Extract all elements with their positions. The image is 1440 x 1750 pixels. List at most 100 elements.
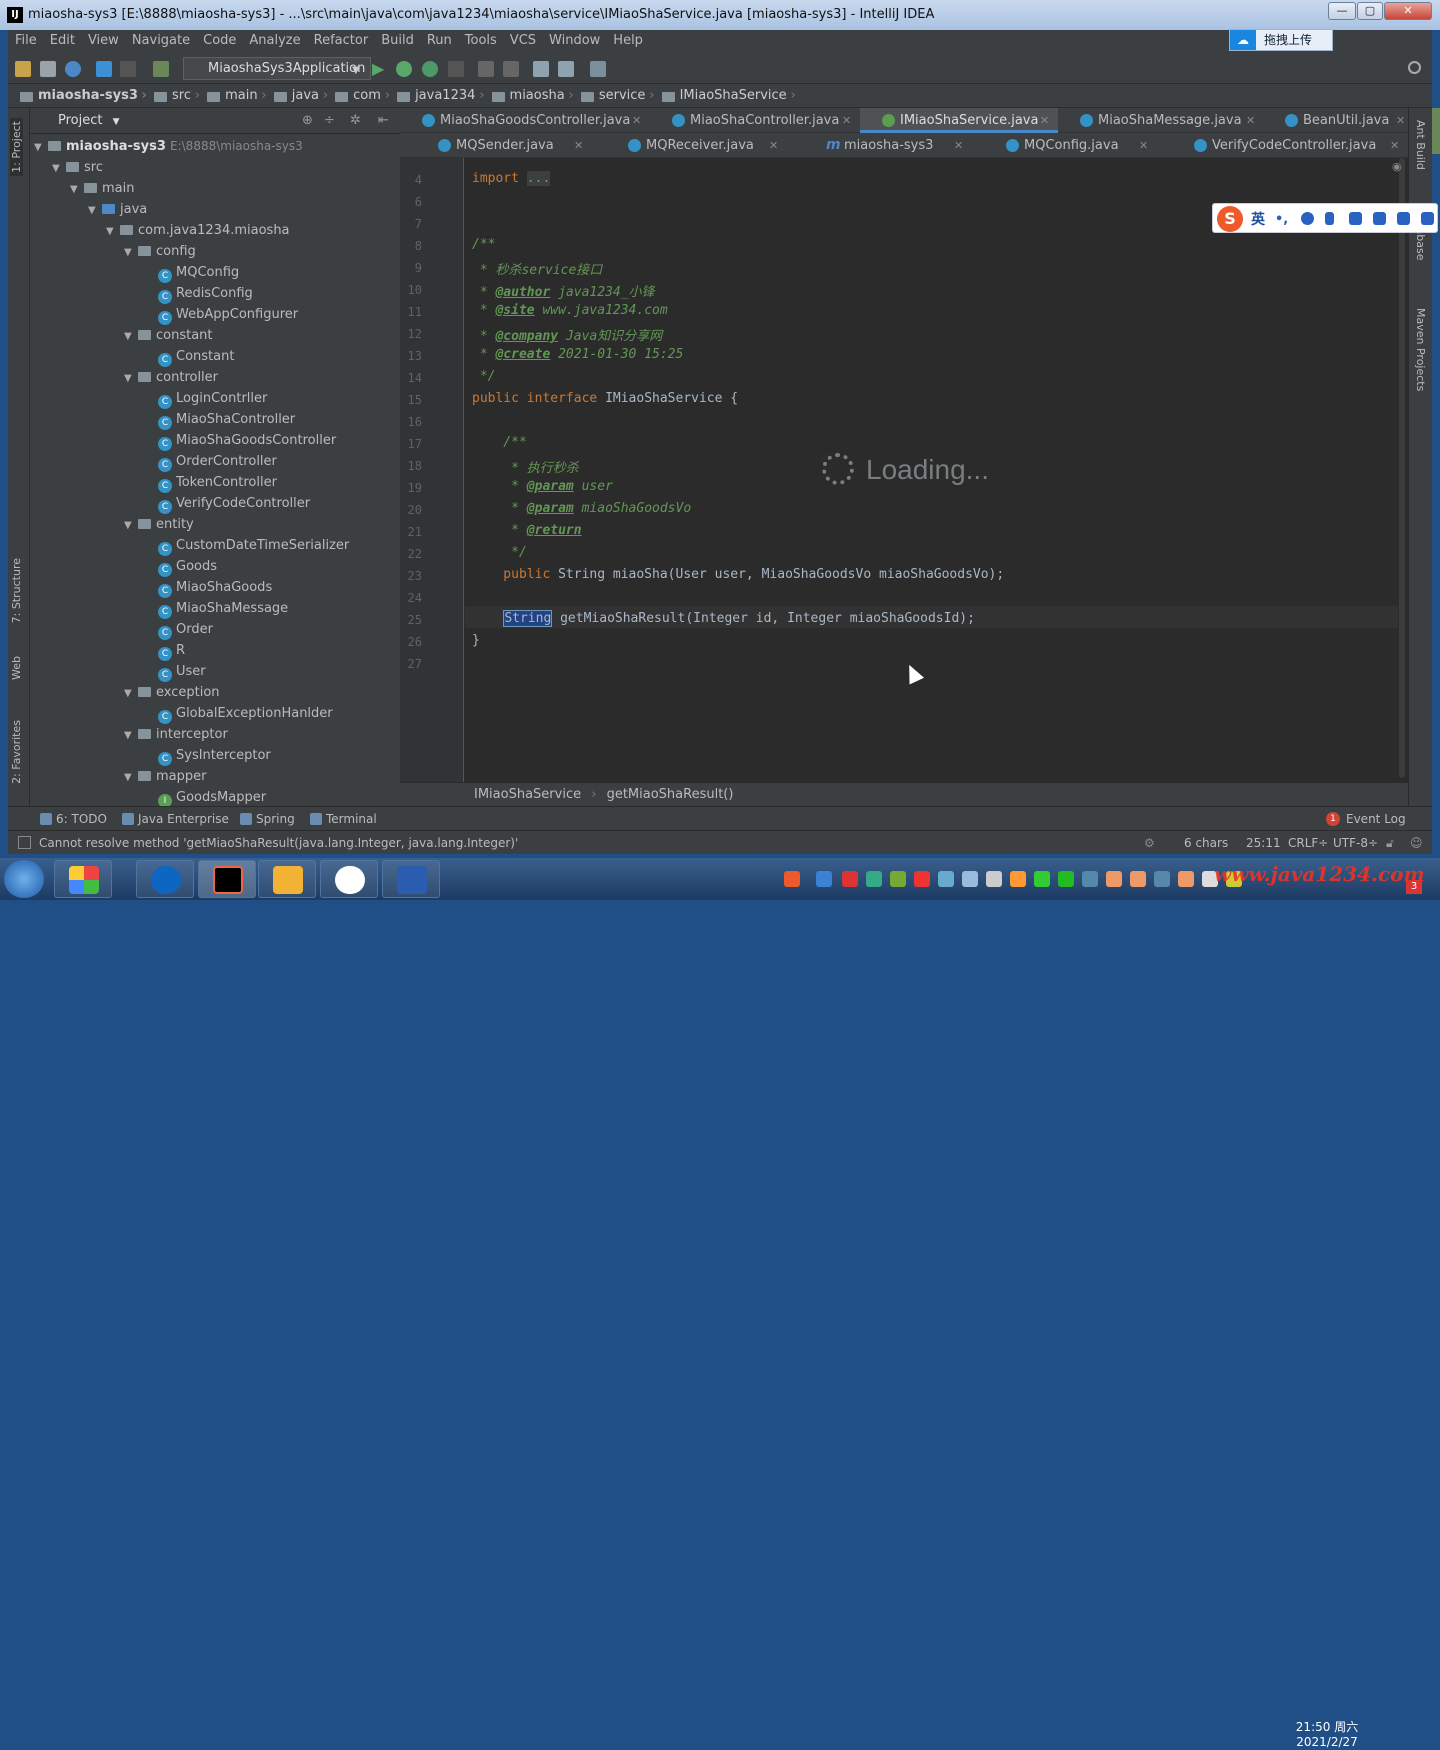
tree-node[interactable]: C MiaoShaGoodsController bbox=[158, 430, 336, 451]
tree-node[interactable]: ▼ controller bbox=[124, 367, 218, 388]
sogou-tray-icon[interactable] bbox=[784, 871, 800, 887]
menu-navigate[interactable]: Navigate bbox=[125, 30, 196, 52]
tree-node[interactable]: C TokenController bbox=[158, 472, 277, 493]
wechat-icon[interactable] bbox=[1034, 871, 1050, 887]
tree-node[interactable]: ▼ src bbox=[52, 157, 103, 178]
build-icon[interactable] bbox=[153, 61, 169, 77]
crumb-interface[interactable]: IMiaoShaService bbox=[474, 787, 581, 802]
tree-node[interactable]: CR bbox=[158, 640, 185, 661]
debug-icon[interactable] bbox=[396, 61, 412, 77]
tree-node[interactable]: ▼ interceptor bbox=[124, 724, 228, 745]
sdk-icon[interactable] bbox=[590, 61, 606, 77]
tree-node[interactable]: C RedisConfig bbox=[158, 283, 253, 304]
attach-icon[interactable] bbox=[478, 61, 494, 77]
breadcrumb-java1234[interactable]: java1234 bbox=[393, 84, 485, 108]
update-icon[interactable] bbox=[503, 61, 519, 77]
tree-node[interactable]: C VerifyCodeController bbox=[158, 493, 310, 514]
tool-tab-favorites[interactable]: 2: Favorites bbox=[10, 720, 23, 784]
menu-file[interactable]: File bbox=[8, 30, 43, 52]
breadcrumb-com[interactable]: com bbox=[331, 84, 390, 108]
tab-miaoshamessage[interactable]: MiaoShaMessage.java ✕ bbox=[1058, 108, 1263, 133]
menu-analyze[interactable]: Analyze bbox=[242, 30, 306, 52]
breadcrumb-interface[interactable]: IMiaoShaService bbox=[658, 84, 796, 108]
tray-icon[interactable] bbox=[816, 871, 832, 887]
qq-icon[interactable] bbox=[1106, 871, 1122, 887]
minimize-button[interactable]: — bbox=[1328, 2, 1356, 20]
user-icon[interactable] bbox=[1373, 212, 1386, 225]
lock-icon[interactable]: 🔓︎ bbox=[1386, 831, 1394, 855]
stop-icon[interactable] bbox=[448, 61, 464, 77]
tree-node[interactable]: ▼ com.java1234.miaosha bbox=[106, 220, 290, 241]
tray-icon[interactable] bbox=[914, 871, 930, 887]
hide-icon[interactable]: ⇤ bbox=[378, 108, 389, 134]
java-icon[interactable] bbox=[1154, 871, 1170, 887]
tray-icon[interactable] bbox=[1082, 871, 1098, 887]
taskbar-app[interactable] bbox=[382, 860, 440, 898]
menu-run[interactable]: Run bbox=[420, 30, 458, 52]
breadcrumb-service[interactable]: service bbox=[577, 84, 654, 108]
tool-tab-event-log[interactable]: Event Log bbox=[1346, 807, 1406, 831]
tree-node[interactable]: C GlobalExceptionHanlder bbox=[158, 703, 333, 724]
ime-language-label[interactable]: 英 bbox=[1251, 209, 1265, 229]
open-folder-icon[interactable] bbox=[15, 61, 31, 77]
skin-icon[interactable] bbox=[1397, 212, 1410, 225]
file-encoding[interactable]: UTF-8÷ bbox=[1333, 831, 1378, 855]
maximize-button[interactable]: ▢ bbox=[1357, 2, 1383, 20]
tray-icon[interactable] bbox=[890, 871, 906, 887]
breadcrumb-src[interactable]: src bbox=[150, 84, 200, 108]
taskbar-app[interactable] bbox=[54, 860, 112, 898]
keyboard-icon[interactable] bbox=[1349, 212, 1362, 225]
tab-mqconfig[interactable]: MQConfig.java ✕ bbox=[984, 133, 1154, 158]
caret-position[interactable]: 25:11 bbox=[1246, 831, 1281, 855]
tab-miaosha-sys3[interactable]: m miaosha-sys3 ✕ bbox=[804, 133, 964, 158]
search-icon[interactable] bbox=[1408, 61, 1421, 74]
tree-node[interactable]: ▼ config bbox=[124, 241, 196, 262]
ime-toolbar[interactable]: S 英 •, bbox=[1212, 203, 1438, 233]
back-icon[interactable] bbox=[96, 61, 112, 77]
start-button[interactable] bbox=[4, 860, 44, 898]
tree-node[interactable]: C OrderController bbox=[158, 451, 277, 472]
breadcrumb-project[interactable]: miaosha-sys3 bbox=[16, 84, 147, 108]
tool-tab-project[interactable]: 1: Project bbox=[10, 118, 23, 176]
chevron-down-icon[interactable]: ▼ bbox=[113, 117, 120, 127]
run-configuration-select[interactable]: MiaoshaSys3Application bbox=[183, 57, 371, 80]
tree-node[interactable]: C Order bbox=[158, 619, 213, 640]
tray-icon[interactable] bbox=[1058, 871, 1074, 887]
tree-node[interactable]: I GoodsMapper bbox=[158, 787, 266, 808]
tree-node[interactable]: C MiaoShaController bbox=[158, 409, 295, 430]
taskbar-app[interactable] bbox=[320, 860, 378, 898]
tree-node[interactable]: C MQConfig bbox=[158, 262, 239, 283]
tree-node[interactable]: ▼ entity bbox=[124, 514, 194, 535]
tool-tab-maven[interactable]: Maven Projects bbox=[1414, 308, 1427, 391]
tree-node[interactable]: C Goods bbox=[158, 556, 217, 577]
tray-icon[interactable] bbox=[986, 871, 1002, 887]
tool-tab-terminal[interactable]: Terminal bbox=[308, 807, 377, 831]
breadcrumb-miaosha[interactable]: miaosha bbox=[488, 84, 574, 108]
tree-node[interactable]: ▼ main bbox=[70, 178, 134, 199]
tree-node[interactable]: ▼ java bbox=[88, 199, 147, 220]
inspector-icon[interactable]: ☺︎ bbox=[1410, 831, 1423, 855]
punctuation-icon[interactable]: •, bbox=[1275, 212, 1288, 227]
collapse-icon[interactable]: ÷ bbox=[324, 108, 335, 134]
tree-node[interactable]: C MiaoShaMessage bbox=[158, 598, 288, 619]
run-icon[interactable]: ▶ bbox=[372, 61, 388, 77]
qq-icon[interactable] bbox=[1178, 871, 1194, 887]
emoji-icon[interactable] bbox=[1301, 212, 1314, 225]
tab-beanutil[interactable]: BeanUtil.java ✕ bbox=[1263, 108, 1408, 133]
settings-icon[interactable] bbox=[533, 61, 549, 77]
taskbar-app[interactable] bbox=[258, 860, 316, 898]
tree-node[interactable]: C SysInterceptor bbox=[158, 745, 271, 766]
tree-node[interactable]: ▼ constant bbox=[124, 325, 213, 346]
tree-node[interactable]: C LoginContrller bbox=[158, 388, 267, 409]
menu-code[interactable]: Code bbox=[196, 30, 242, 52]
tool-tab-structure[interactable]: 7: Structure bbox=[10, 558, 23, 623]
toolbox-icon[interactable] bbox=[1421, 212, 1434, 225]
locate-icon[interactable]: ⊕ bbox=[302, 108, 313, 134]
project-structure-icon[interactable] bbox=[558, 61, 574, 77]
forward-icon[interactable] bbox=[120, 61, 136, 77]
tab-miaoshacontroller[interactable]: MiaoShaController.java ✕ bbox=[650, 108, 860, 133]
system-clock[interactable]: 21:50 周六 2021/2/27 bbox=[1294, 1720, 1360, 1750]
tool-tab-spring[interactable]: Spring bbox=[238, 807, 295, 831]
tool-tab-java-enterprise[interactable]: Java Enterprise bbox=[120, 807, 229, 831]
menu-edit[interactable]: Edit bbox=[43, 30, 81, 52]
